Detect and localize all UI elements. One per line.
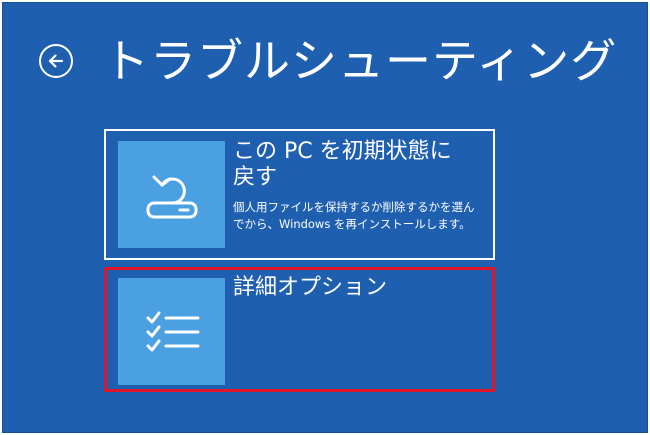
checklist-icon (146, 311, 199, 351)
advanced-options-option[interactable]: 詳細オプション (104, 267, 495, 392)
reset-pc-option[interactable]: この PC を初期状態に 戻す 個人用ファイルを保持するか削除するかを選んでから… (104, 129, 495, 260)
reset-pc-title-line2: 戻す (233, 165, 278, 190)
reset-pc-icon-box (118, 141, 225, 248)
back-button[interactable] (39, 44, 73, 78)
troubleshoot-screen: トラブルシューティング この PC を初期状態に 戻す 個人用ファイルを保持する… (2, 2, 648, 433)
reset-pc-title: この PC を初期状態に 戻す (233, 139, 452, 191)
reset-pc-description: 個人用ファイルを保持するか削除するかを選んでから、Windows を再インストー… (233, 200, 475, 231)
advanced-options-title: 詳細オプション (233, 275, 388, 300)
reset-pc-title-line1: この PC を初期状態に (233, 139, 452, 164)
reset-pc-icon (146, 175, 197, 218)
header: トラブルシューティング (39, 31, 617, 91)
advanced-options-icon-box (118, 278, 225, 385)
back-arrow-icon (48, 54, 64, 68)
page-title: トラブルシューティング (103, 34, 618, 88)
